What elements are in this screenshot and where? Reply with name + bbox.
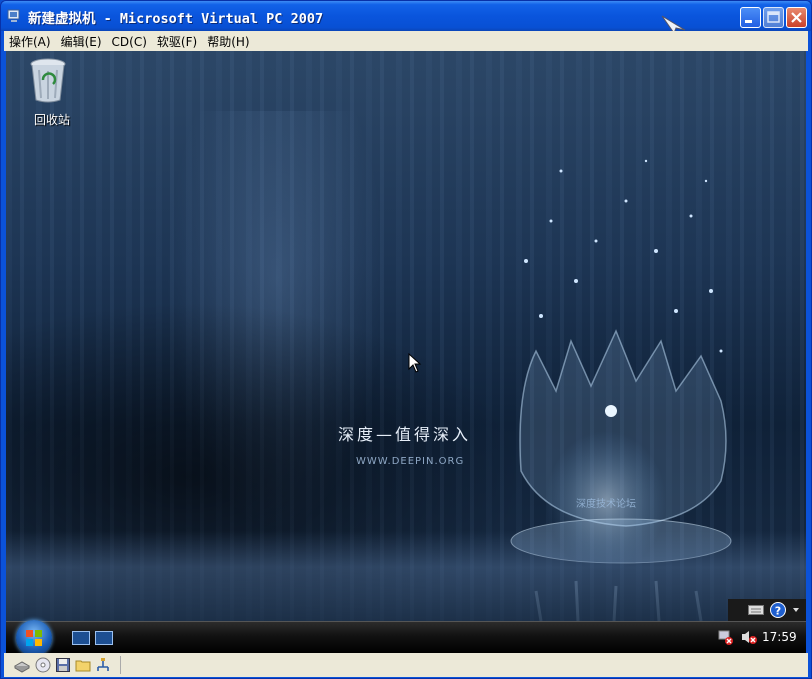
menu-help[interactable]: 帮助(H)	[202, 31, 254, 51]
show-desktop-icon[interactable]	[72, 631, 90, 645]
menu-edit[interactable]: 编辑(E)	[56, 31, 107, 51]
minimize-icon	[745, 20, 752, 23]
start-button[interactable]	[16, 620, 52, 653]
window-title: 新建虚拟机 - Microsoft Virtual PC 2007	[28, 11, 324, 27]
mouse-cursor-icon	[408, 353, 422, 373]
wallpaper-floor	[6, 531, 806, 621]
minimize-button[interactable]	[740, 7, 761, 28]
wallpaper-slogan: 深度—值得深入	[338, 425, 472, 444]
wallpaper-forum-text: 深度技术论坛	[576, 499, 636, 510]
desktop-icon-recycle-bin[interactable]: 回收站	[26, 56, 70, 127]
close-button[interactable]	[786, 7, 807, 28]
network-error-icon[interactable]	[718, 629, 734, 645]
svg-text:?: ?	[775, 605, 781, 618]
switch-windows-icon[interactable]	[95, 631, 113, 645]
floppy-drive-icon[interactable]	[55, 657, 71, 673]
menu-bar: 操作(A) 编辑(E) CD(C) 软驱(F) 帮助(H)	[4, 31, 808, 51]
virtual-pc-window: 新建虚拟机 - Microsoft Virtual PC 2007 操作(A) 编…	[0, 0, 812, 679]
status-bar	[4, 653, 808, 677]
menu-action[interactable]: 操作(A)	[4, 31, 56, 51]
menu-floppy[interactable]: 软驱(F)	[152, 31, 202, 51]
shared-folder-icon[interactable]	[75, 657, 91, 673]
hard-disk-icon[interactable]	[14, 657, 30, 673]
language-bar[interactable]: ?	[728, 599, 806, 621]
windows-logo-icon	[26, 630, 42, 646]
help-icon: ?	[770, 602, 786, 618]
options-arrow-icon	[793, 608, 799, 612]
menu-cd[interactable]: CD(C)	[107, 33, 152, 53]
taskbar: 17:59	[6, 620, 806, 653]
close-icon	[791, 12, 802, 23]
network-adapter-icon[interactable]	[95, 657, 111, 673]
status-divider	[120, 656, 121, 674]
taskbar-clock[interactable]: 17:59	[762, 630, 797, 644]
volume-muted-icon[interactable]	[740, 629, 758, 645]
wallpaper-domain: WWW.DEEPIN.ORG	[356, 456, 465, 467]
virtual-pc-app-icon	[7, 9, 20, 22]
maximize-button[interactable]	[763, 7, 784, 28]
recycle-bin-label: 回收站	[34, 113, 71, 127]
guest-screen[interactable]: 回收站 深度—值得深入 WWW.DEEPIN.ORG 深度技术论坛 ? 17:5…	[6, 51, 806, 653]
title-bar[interactable]: 新建虚拟机 - Microsoft Virtual PC 2007	[1, 1, 811, 34]
keyboard-icon	[748, 605, 764, 615]
maximize-icon	[767, 11, 780, 23]
cd-drive-icon[interactable]	[35, 657, 51, 673]
recycle-bin-icon	[30, 58, 66, 103]
